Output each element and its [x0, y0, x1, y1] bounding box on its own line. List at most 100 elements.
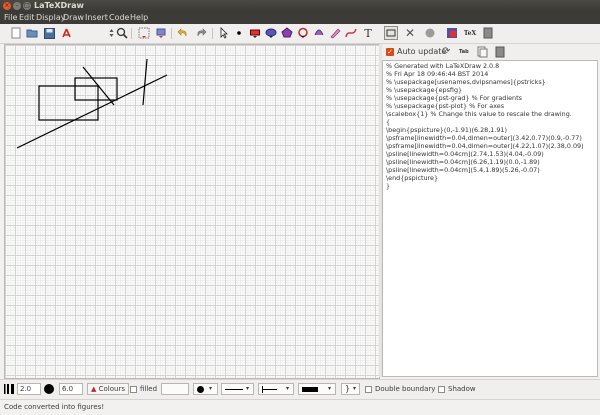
line-thickness-icon — [4, 384, 14, 397]
delete-icon[interactable]: ✕ — [404, 26, 416, 40]
code-line: \begin{pspicture}(0,-1.91)(6.28,1.91) — [386, 126, 507, 134]
menu-draw[interactable]: Draw — [63, 12, 84, 24]
save-icon[interactable] — [43, 27, 55, 39]
brace-icon: } — [345, 384, 351, 393]
properties-bar: 2.0 6.0 ▲ Colours filled ▾ ▾ ▾ ▾ } ▾ Dou… — [0, 379, 600, 399]
ellipse-icon[interactable] — [265, 27, 277, 39]
arrow-left-dropdown[interactable]: ▾ — [258, 383, 294, 395]
toolbar-separator — [212, 28, 213, 39]
redo-icon[interactable] — [195, 27, 207, 39]
window-title: LaTeXDraw — [34, 1, 84, 10]
freehand-icon[interactable] — [329, 27, 341, 39]
filled-label: filled — [140, 385, 158, 393]
minimize-window-button[interactable]: – — [13, 2, 21, 10]
text-icon[interactable]: T — [362, 27, 374, 40]
window-titlebar: × – □ LaTeXDraw — [0, 0, 600, 12]
code-line: \psline[linewidth=0.04cm](2.74,1.53)(4.0… — [386, 150, 544, 158]
tex-icon[interactable]: TeX — [464, 27, 476, 39]
template-icon[interactable] — [446, 27, 458, 39]
maximize-window-button[interactable]: □ — [23, 2, 31, 10]
line-style-icon — [225, 389, 243, 390]
refresh-icon[interactable]: ⟳ — [442, 46, 450, 58]
filled-checkbox[interactable] — [130, 386, 137, 393]
menu-insert[interactable]: Insert — [85, 12, 108, 24]
code-line: \psframe[linewidth=0.04,dimen=outer](4.2… — [386, 142, 584, 150]
line-style-dropdown[interactable]: ▾ — [221, 383, 254, 395]
shadow-checkbox[interactable] — [438, 386, 445, 393]
dot-style-icon — [197, 386, 204, 393]
chevron-down-icon: ▾ — [328, 385, 332, 392]
open-icon[interactable] — [26, 27, 38, 39]
code-line: { — [386, 118, 391, 126]
status-bar: Code converted into figures! — [0, 399, 600, 415]
copy-icon[interactable] — [477, 46, 488, 61]
shadow-label: Shadow — [448, 385, 476, 393]
auto-update-checkbox[interactable]: ✓ — [386, 48, 394, 56]
properties-icon[interactable] — [424, 27, 436, 39]
colours-label: Colours — [98, 385, 125, 393]
code-line: % \usepackage[usenames,dvipsnames]{pstri… — [386, 78, 546, 86]
select-tool-icon[interactable] — [384, 26, 398, 40]
colours-button[interactable]: ▲ Colours — [87, 383, 129, 395]
chevron-down-icon: ▾ — [286, 385, 290, 392]
menu-file[interactable]: File — [4, 12, 17, 24]
chevron-down-icon: ▾ — [209, 385, 213, 392]
menu-code[interactable]: Code — [109, 12, 129, 24]
chevron-down-icon: ▾ — [353, 385, 357, 392]
dot-size-field[interactable]: 6.0 — [59, 383, 83, 395]
menu-display[interactable]: Display — [36, 12, 66, 24]
close-window-button[interactable]: × — [3, 2, 11, 10]
code-line: \scalebox{1} % Change this value to resc… — [386, 110, 572, 118]
toolbar-separator — [171, 28, 172, 39]
status-text: Code converted into figures! — [4, 403, 105, 411]
code-line: \psframe[linewidth=0.04,dimen=outer](3.4… — [386, 134, 582, 142]
code-line: \psline[linewidth=0.04cm](5.4,1.89)(5.26… — [386, 166, 540, 174]
undo-icon[interactable] — [177, 27, 189, 39]
code-line: % \usepackage{pst-grad} % For gradients — [386, 94, 522, 102]
panel-toggle-icon[interactable] — [482, 27, 494, 39]
tab-key-icon[interactable]: Tab — [459, 46, 469, 58]
dot-size-icon — [44, 384, 54, 394]
colours-arrow-icon: ▲ — [91, 385, 97, 393]
fill-style-dropdown[interactable] — [161, 383, 189, 395]
bezier-icon[interactable] — [345, 27, 357, 39]
menu-help[interactable]: Help — [130, 12, 148, 24]
thick-line-icon — [302, 387, 318, 392]
code-line: \psline[linewidth=0.04cm](6.26,1.19)(0.0… — [386, 158, 540, 166]
drawing-canvas[interactable] — [4, 44, 380, 379]
menu-bar: File Edit Display Draw Insert Code Help — [0, 12, 600, 24]
pointer-icon[interactable] — [218, 27, 230, 39]
grid-icon[interactable] — [138, 27, 150, 39]
export-icon[interactable] — [155, 27, 167, 39]
code-panel-toggle-icon[interactable] — [495, 46, 505, 61]
brace-dropdown[interactable]: } ▾ — [341, 383, 360, 395]
chevron-down-icon: ▾ — [246, 385, 250, 392]
toolbar-separator — [131, 28, 132, 39]
rectangle-icon[interactable] — [249, 27, 261, 39]
code-text-area[interactable]: % Generated with LaTeXDraw 2.0.8 % Fri A… — [382, 60, 598, 377]
thickness-field[interactable]: 2.0 — [17, 383, 41, 395]
polygon-icon[interactable] — [281, 27, 293, 39]
code-line: % Fri Apr 18 09:46:44 BST 2014 — [386, 70, 489, 78]
code-line: } — [386, 182, 391, 190]
main-toolbar: 100 T ✕ TeX — [0, 24, 600, 62]
arrow-right-dropdown[interactable]: ▾ — [298, 383, 336, 395]
dot-style-dropdown[interactable]: ▾ — [193, 383, 218, 395]
pdf-icon[interactable] — [60, 27, 72, 39]
code-line: \end{pspicture} — [386, 174, 439, 182]
circle-icon[interactable] — [297, 27, 309, 39]
drawn-rectangle-large[interactable] — [38, 85, 99, 121]
auto-update-label: Auto update — [397, 47, 447, 56]
double-boundary-checkbox[interactable] — [365, 386, 372, 393]
code-panel-toolbar: ✓ Auto update ⟳ Tab — [382, 44, 600, 60]
zoom-icon[interactable] — [116, 27, 128, 39]
code-line: % \usepackage{epsfig} — [386, 86, 463, 94]
double-boundary-label: Double boundary — [375, 385, 436, 393]
arc-icon[interactable] — [313, 27, 325, 39]
drawn-line-vertical[interactable] — [142, 58, 148, 106]
menu-edit[interactable]: Edit — [19, 12, 35, 24]
zoom-spinner-icon[interactable] — [108, 27, 114, 39]
new-icon[interactable] — [10, 27, 22, 39]
dot-icon[interactable] — [233, 27, 245, 39]
drawn-rectangle-small[interactable] — [74, 77, 118, 101]
